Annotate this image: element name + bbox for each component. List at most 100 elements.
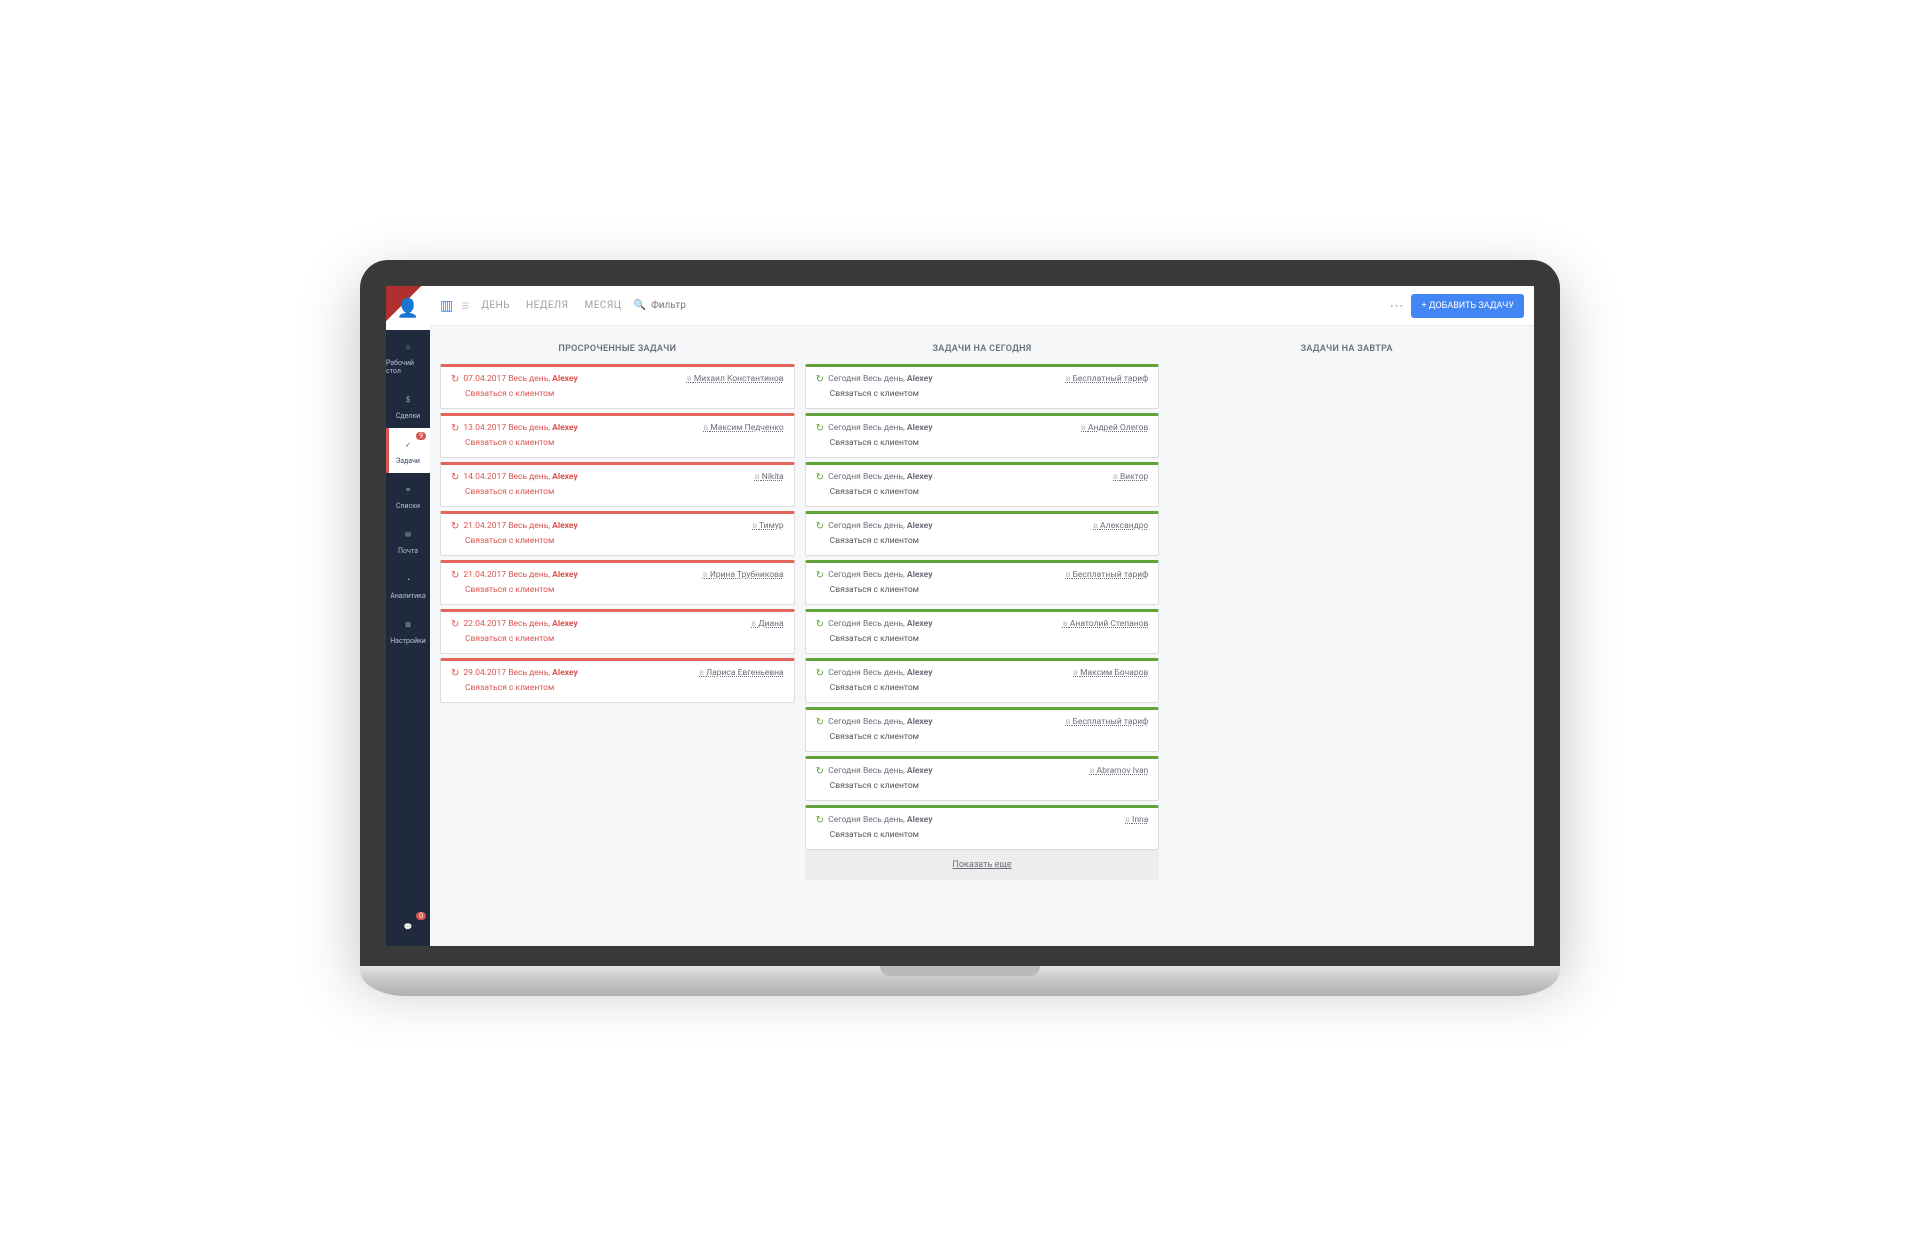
app-screen: 👤 ⌂ Рабочий стол $ Сделки ✓ Задачи 9 ≡ С…	[386, 286, 1534, 946]
column-today: ЗАДАЧИ НА СЕГОДНЯ↻Сегодня Весь день, Ale…	[805, 336, 1160, 936]
task-card[interactable]: ↻21.04.2017 Весь день, AlexeyИрина Трубн…	[440, 560, 795, 605]
more-button[interactable]: ⋯	[1389, 298, 1403, 314]
sidebar-item-label: Почта	[398, 547, 418, 555]
column-header: ПРОСРОЧЕННЫЕ ЗАДАЧИ	[440, 336, 795, 364]
task-meta: 21.04.2017 Весь день, Alexey	[463, 570, 577, 580]
kanban-view-icon[interactable]: ▥	[440, 298, 453, 314]
task-contact-link[interactable]: Бесплатный тариф	[1066, 374, 1149, 384]
task-contact-link[interactable]: Ирина Трубникова	[703, 570, 784, 580]
task-title: Связаться с клиентом	[816, 732, 1149, 742]
task-card[interactable]: ↻Сегодня Весь день, AlexeyВикторСвязатьс…	[805, 462, 1160, 507]
sidebar-item-analytics[interactable]: ◔ Аналитика	[386, 563, 430, 608]
clock-icon: ↻	[816, 374, 824, 385]
task-contact-link[interactable]: Диана	[751, 619, 783, 629]
task-title: Связаться с клиентом	[451, 438, 784, 448]
task-contact-link[interactable]: Тимур	[752, 521, 783, 531]
task-card[interactable]: ↻Сегодня Весь день, AlexeyАнатолий Степа…	[805, 609, 1160, 654]
clock-icon: ↻	[816, 521, 824, 532]
task-contact-link[interactable]: Максим Бочаров	[1073, 668, 1148, 678]
sidebar-item-mail[interactable]: ✉ Почта	[386, 518, 430, 563]
desktop-icon: ⌂	[399, 338, 417, 356]
task-card[interactable]: ↻ Сегодня Весь день, Alexey Inna Связаться …	[805, 805, 1160, 850]
task-title: Связаться с клиентом	[816, 536, 1149, 546]
task-meta: Сегодня Весь день, Alexey	[828, 815, 932, 825]
task-contact-link[interactable]: Лариса Евгеньевна	[699, 668, 784, 678]
sidebar-item-label: Аналитика	[390, 592, 426, 600]
task-card[interactable]: ↻13.04.2017 Весь день, AlexeyМаксим Педч…	[440, 413, 795, 458]
sidebar-chat[interactable]: 💬 0	[386, 908, 430, 946]
list-view-icon[interactable]: ≡	[461, 297, 469, 314]
clock-icon: ↻	[451, 668, 459, 679]
task-title: Связаться с клиентом	[816, 830, 1149, 840]
task-card[interactable]: ↻22.04.2017 Весь день, AlexeyДианаСвязат…	[440, 609, 795, 654]
task-contact-link[interactable]: Бесплатный тариф	[1066, 570, 1149, 580]
sidebar-item-label: Списки	[396, 502, 420, 510]
clock-icon: ↻	[451, 472, 459, 483]
sidebar-item-deals[interactable]: $ Сделки	[386, 383, 430, 428]
sidebar-item-label: Рабочий стол	[386, 359, 430, 375]
view-month[interactable]: МЕСЯЦ	[581, 300, 626, 311]
sidebar-item-settings[interactable]: ⚙ Настройки	[386, 608, 430, 653]
task-title: Связаться с клиентом	[816, 683, 1149, 693]
task-meta: Сегодня Весь день, Alexey	[828, 668, 932, 678]
task-card[interactable]: ↻07.04.2017 Весь день, AlexeyМихаил Конс…	[440, 364, 795, 409]
column-overdue: ПРОСРОЧЕННЫЕ ЗАДАЧИ↻07.04.2017 Весь день…	[440, 336, 795, 936]
task-contact-link[interactable]: Inna	[1125, 815, 1148, 825]
task-title: Связаться с клиентом	[451, 487, 784, 497]
task-title: Связаться с клиентом	[451, 683, 784, 693]
filter-input[interactable]	[651, 300, 771, 311]
task-contact-link[interactable]: Анатолий Степанов	[1063, 619, 1148, 629]
task-meta: Сегодня Весь день, Alexey	[828, 717, 932, 727]
analytics-icon: ◔	[399, 571, 417, 589]
clock-icon: ↻	[451, 619, 459, 630]
clock-icon: ↻	[451, 521, 459, 532]
task-contact-link[interactable]: Abramov Ivan	[1090, 766, 1149, 776]
sidebar-item-label: Задачи	[396, 457, 420, 465]
sidebar-item-lists[interactable]: ≡ Списки	[386, 473, 430, 518]
task-card[interactable]: ↻Сегодня Весь день, AlexeyАлександроСвяз…	[805, 511, 1160, 556]
clock-icon: ↻	[816, 619, 824, 630]
task-meta: Сегодня Весь день, Alexey	[828, 423, 932, 433]
column-tomorrow: ЗАДАЧИ НА ЗАВТРА	[1169, 336, 1524, 936]
task-contact-link[interactable]: Михаил Константинов	[687, 374, 784, 384]
task-contact-link[interactable]: Андрей Олегов	[1081, 423, 1148, 433]
view-day[interactable]: ДЕНЬ	[477, 300, 514, 311]
task-contact-link[interactable]: Александро	[1093, 521, 1148, 531]
task-contact-link[interactable]: Nikita	[755, 472, 784, 482]
task-card[interactable]: ↻Сегодня Весь день, AlexeyБесплатный тар…	[805, 560, 1160, 605]
clock-icon: ↻	[816, 815, 824, 826]
task-card[interactable]: ↻ Сегодня Весь день, Alexey Бесплатный тар…	[805, 364, 1160, 409]
laptop-mockup: 👤 ⌂ Рабочий стол $ Сделки ✓ Задачи 9 ≡ С…	[360, 260, 1560, 996]
task-card[interactable]: ↻21.04.2017 Весь день, AlexeyТимурСвязат…	[440, 511, 795, 556]
task-card[interactable]: ↻14.04.2017 Весь день, AlexeyNikitaСвяза…	[440, 462, 795, 507]
sidebar: 👤 ⌂ Рабочий стол $ Сделки ✓ Задачи 9 ≡ С…	[386, 286, 430, 946]
show-more-button[interactable]: Показать еще	[805, 850, 1160, 880]
sidebar-item-desktop[interactable]: ⌂ Рабочий стол	[386, 330, 430, 383]
task-title: Связаться с клиентом	[451, 389, 784, 399]
clock-icon: ↻	[816, 472, 824, 483]
task-meta: 13.04.2017 Весь день, Alexey	[463, 423, 577, 433]
clock-icon: ↻	[816, 766, 824, 777]
task-title: Связаться с клиентом	[816, 634, 1149, 644]
task-contact-link[interactable]: Виктор	[1113, 472, 1148, 482]
task-card[interactable]: ↻Сегодня Весь день, AlexeyБесплатный тар…	[805, 707, 1160, 752]
task-contact-link[interactable]: Максим Педченко	[703, 423, 783, 433]
task-card[interactable]: ↻Сегодня Весь день, AlexeyАндрей ОлеговС…	[805, 413, 1160, 458]
task-contact-link[interactable]: Бесплатный тариф	[1066, 717, 1149, 727]
task-card[interactable]: ↻Сегодня Весь день, AlexeyМаксим Бочаров…	[805, 658, 1160, 703]
avatar[interactable]: 👤	[386, 286, 430, 330]
columns: ПРОСРОЧЕННЫЕ ЗАДАЧИ↻07.04.2017 Весь день…	[430, 326, 1534, 946]
cards-list: ↻ Сегодня Весь день, Alexey Бесплатный тар…	[805, 364, 1160, 850]
task-card[interactable]: ↻Сегодня Весь день, AlexeyAbramov IvanСв…	[805, 756, 1160, 801]
lists-icon: ≡	[399, 481, 417, 499]
task-card[interactable]: ↻29.04.2017 Весь день, AlexeyЛариса Евге…	[440, 658, 795, 703]
laptop-base	[360, 966, 1560, 996]
task-meta: Сегодня Весь день, Alexey	[828, 374, 932, 384]
deals-icon: $	[399, 391, 417, 409]
task-meta: Сегодня Весь день, Alexey	[828, 472, 932, 482]
sidebar-item-tasks[interactable]: ✓ Задачи 9	[386, 428, 430, 473]
cards-list: ↻07.04.2017 Весь день, AlexeyМихаил Конс…	[440, 364, 795, 703]
clock-icon: ↻	[816, 423, 824, 434]
add-task-button[interactable]: + ДОБАВИТЬ ЗАДАЧУ	[1411, 294, 1524, 318]
view-week[interactable]: НЕДЕЛЯ	[522, 300, 572, 311]
